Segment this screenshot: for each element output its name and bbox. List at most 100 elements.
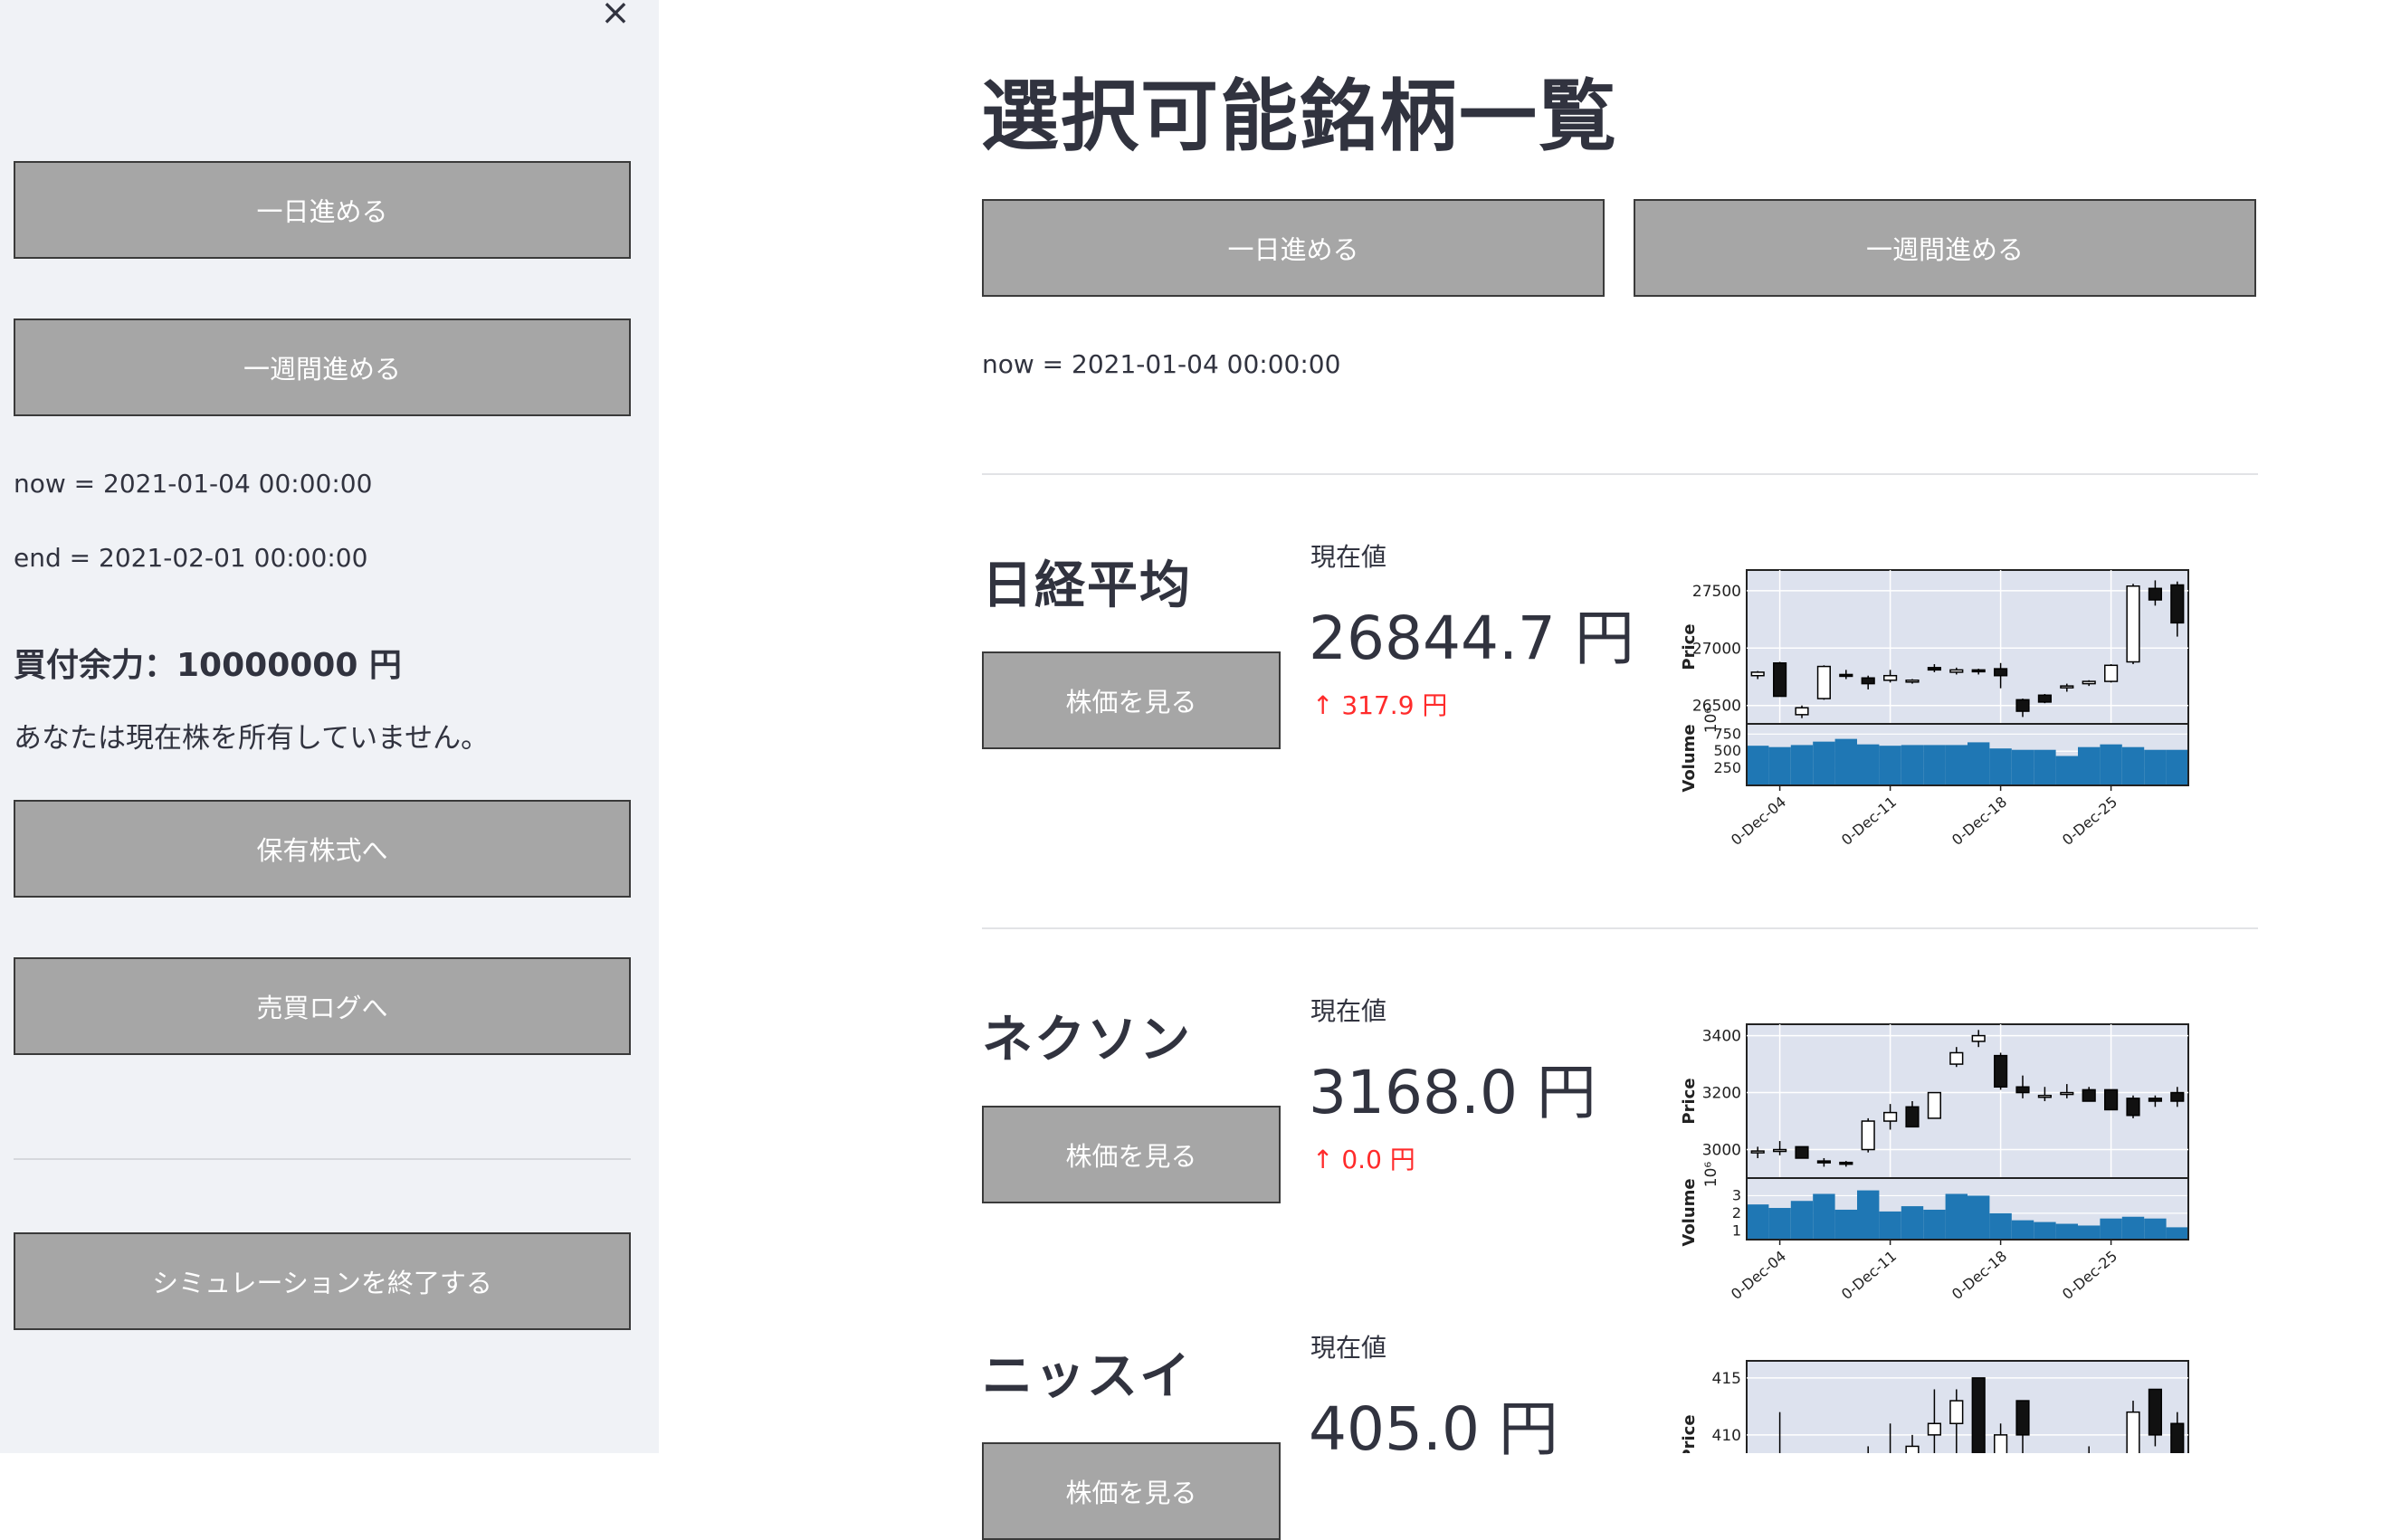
close-icon[interactable]: ×	[599, 0, 632, 31]
volume-bar	[2011, 749, 2034, 785]
candle-body	[2126, 1411, 2140, 1453]
volume-tick-label: 3	[1732, 1186, 1741, 1203]
candle-body	[1927, 667, 1941, 671]
candle-body	[1971, 669, 1986, 673]
price-tick-label: 27500	[1692, 583, 1741, 601]
volume-bar	[1790, 745, 1814, 785]
x-tick-label: 0-Dec-04	[1728, 794, 1789, 850]
candle-body	[1971, 1377, 1986, 1453]
main-advance-week-button[interactable]: 一週間進める	[1634, 199, 2256, 297]
candle-body	[2104, 664, 2119, 682]
volume-tick-label: 250	[1713, 759, 1741, 776]
volume-bar	[1923, 745, 1946, 785]
sidebar-divider	[14, 1158, 631, 1160]
page-title: 選択可能銘柄一覧	[981, 71, 1618, 162]
volume-bar	[2034, 1222, 2056, 1240]
sidebar-now-text: now = 2021-01-04 00:00:00	[14, 469, 373, 499]
volume-bar	[2055, 756, 2078, 785]
view-price-button[interactable]: 株価を見る	[982, 1106, 1281, 1203]
volume-bar	[1834, 1209, 1857, 1240]
holdings-button[interactable]: 保有株式へ	[14, 800, 631, 898]
price-panel	[1746, 1360, 2189, 1453]
volume-bar	[2011, 1220, 2034, 1240]
candle-body	[2126, 585, 2140, 663]
volume-bar	[1768, 746, 1791, 785]
view-price-button[interactable]: 株価を見る	[982, 1442, 1281, 1540]
volume-bar	[1857, 744, 1880, 785]
candle-body	[1994, 668, 2008, 677]
candle-body	[1750, 1150, 1765, 1154]
no-holdings-text: あなたは現在株を所有していません。	[14, 722, 490, 755]
candle-body	[1861, 677, 1875, 685]
candle-body	[2015, 699, 2030, 712]
candle-body	[1949, 1400, 1964, 1425]
volume-bar	[2034, 749, 2056, 785]
candle-body	[1861, 1120, 1875, 1151]
button-label: 一週間進める	[1865, 234, 2024, 265]
volume-bar	[1747, 746, 1769, 785]
button-label: シミュレーションを終了する	[152, 1268, 492, 1298]
volume-bar	[1923, 1209, 1946, 1240]
candle-body	[2015, 1086, 2030, 1094]
candle-body	[2170, 584, 2185, 624]
price-panel	[1746, 1023, 2189, 1179]
button-label: 一日進める	[1227, 234, 1359, 265]
volume-exponent: 10⁶	[1702, 708, 1720, 734]
volume-axis-label: Volume	[1680, 1178, 1699, 1246]
candle-body	[2082, 1088, 2096, 1102]
volume-bar	[1857, 1190, 1880, 1240]
x-tick-label: 0-Dec-18	[1948, 794, 2010, 850]
candle-body	[1949, 669, 1964, 673]
candle-body	[2126, 1098, 2140, 1117]
metric-value: 405.0 円	[1309, 1394, 1558, 1464]
stock-name: ニッスイ	[982, 1347, 1192, 1406]
volume-bar	[2166, 1227, 2188, 1240]
view-price-button[interactable]: 株価を見る	[982, 651, 1281, 749]
candle-body	[1905, 1106, 1920, 1128]
metric-value: 3168.0 円	[1309, 1058, 1596, 1127]
candle-body	[2037, 1094, 2052, 1098]
stock-chart: 415 410 Price	[1680, 1360, 2189, 1453]
candle-body	[2082, 680, 2096, 685]
price-panel	[1746, 569, 2189, 725]
sidebar: × 一日進める 一週間進める now = 2021-01-04 00:00:00…	[0, 0, 659, 1453]
end-simulation-button[interactable]: シミュレーションを終了する	[14, 1232, 631, 1330]
stock-name: 日経平均	[982, 556, 1192, 615]
volume-bar	[1989, 1212, 2012, 1240]
candle-body	[1816, 665, 1831, 699]
volume-bar	[2078, 746, 2101, 785]
volume-exponent: 10⁶	[1702, 1162, 1720, 1188]
metric-label: 現在値	[1310, 542, 1387, 572]
y-axis-label: Price	[1680, 1414, 1699, 1453]
candle-body	[1839, 673, 1853, 678]
volume-bar	[2100, 1218, 2122, 1240]
x-tick-label: 0-Dec-25	[2059, 794, 2120, 850]
metric-delta: ↑ 317.9 円	[1312, 690, 1448, 720]
metric-label: 現在値	[1310, 996, 1387, 1026]
candle-body	[1773, 1148, 1787, 1153]
candle-body	[1927, 1422, 1941, 1436]
sidebar-advance-day-button[interactable]: 一日進める	[14, 161, 631, 259]
price-tick-label: 410	[1712, 1427, 1741, 1445]
candle-body	[1750, 671, 1765, 677]
y-axis-label: Price	[1680, 1078, 1699, 1124]
volume-bar	[2078, 1225, 2101, 1240]
x-tick-label: 0-Dec-11	[1838, 794, 1900, 850]
main-advance-day-button[interactable]: 一日進める	[982, 199, 1605, 297]
volume-bar	[1968, 1195, 1990, 1240]
main-now-text: now = 2021-01-04 00:00:00	[982, 349, 1341, 379]
trade-log-button[interactable]: 売買ログへ	[14, 957, 631, 1055]
sidebar-advance-week-button[interactable]: 一週間進める	[14, 318, 631, 416]
volume-bar	[1768, 1208, 1791, 1240]
button-label: 株価を見る	[1065, 1141, 1197, 1172]
price-tick-label: 3000	[1702, 1142, 1741, 1160]
volume-bar	[2144, 749, 2167, 785]
candle-body	[1816, 1160, 1831, 1164]
price-tick-label: 3200	[1702, 1085, 1741, 1103]
volume-bar	[1813, 741, 1835, 785]
metric-label: 現在値	[1310, 1333, 1387, 1363]
candle-body	[1905, 680, 1920, 683]
y-axis-label: Price	[1680, 623, 1699, 670]
volume-bar	[2144, 1218, 2167, 1240]
stock-chart: 275002700026500Price750500250Volume10⁶0-…	[1680, 569, 2189, 850]
